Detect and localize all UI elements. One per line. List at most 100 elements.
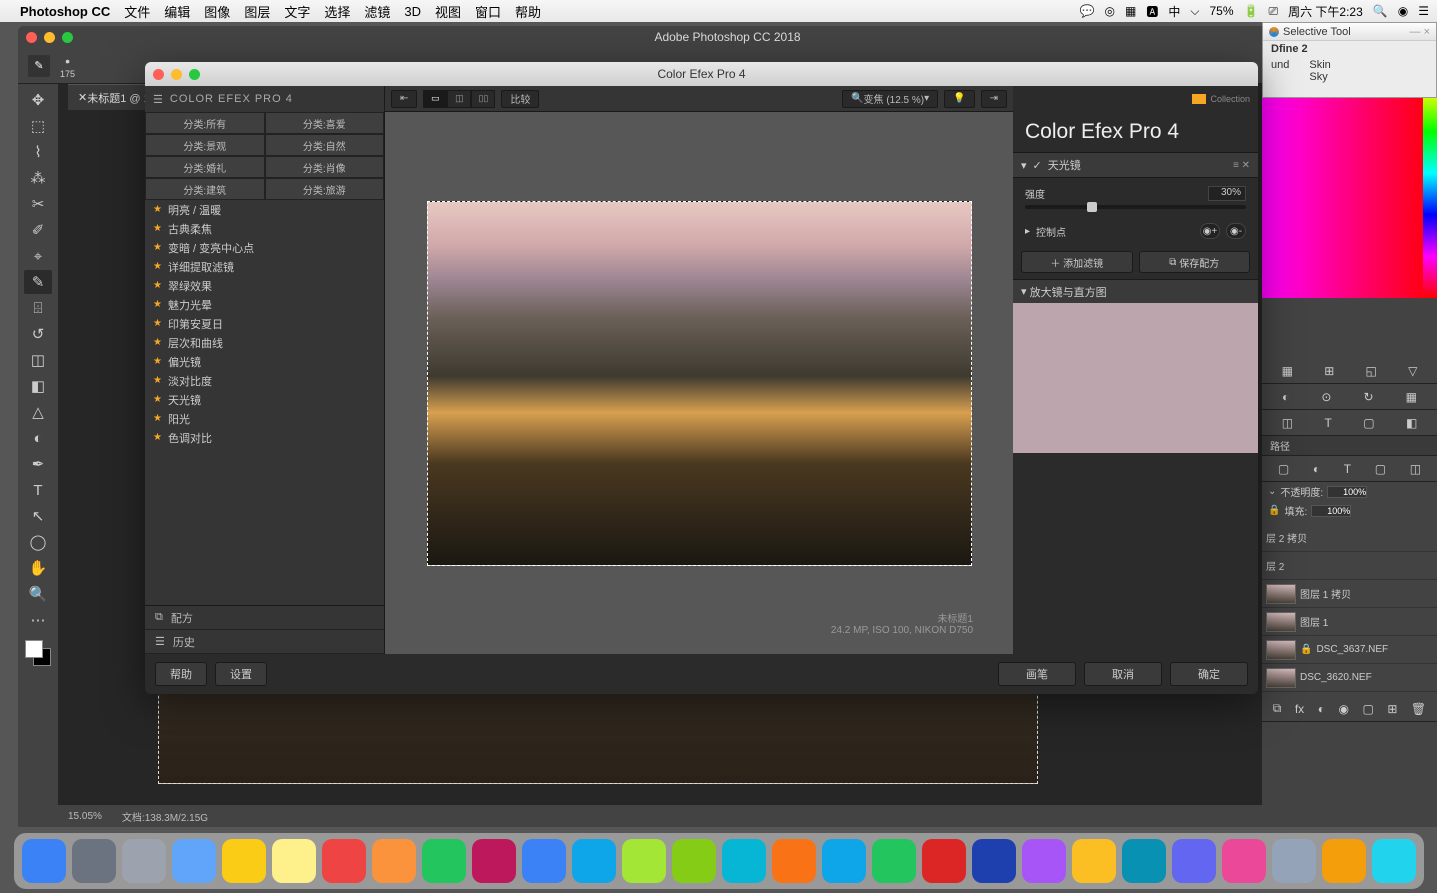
star-icon[interactable]: ★ xyxy=(153,337,162,348)
filter-item[interactable]: ★天光镜 xyxy=(145,390,384,409)
dock-app-14[interactable] xyxy=(722,839,766,883)
filter-item[interactable]: ★明亮 / 温暖 xyxy=(145,200,384,219)
mask-icon[interactable]: ◐ xyxy=(1318,702,1325,716)
dock-app-5[interactable] xyxy=(272,839,316,883)
crop-tool[interactable]: ✂ xyxy=(24,192,52,216)
cat-landscape[interactable]: 分类:景观 xyxy=(145,134,265,156)
preset-skin[interactable]: Skin xyxy=(1309,59,1330,71)
icon[interactable]: ▢ xyxy=(1375,462,1386,476)
dock-app-23[interactable] xyxy=(1172,839,1216,883)
filter-item[interactable]: ★淡对比度 xyxy=(145,371,384,390)
input-icon[interactable]: 🅰︎ xyxy=(1146,3,1158,20)
dock-app-2[interactable] xyxy=(122,839,166,883)
param-value[interactable]: 30 xyxy=(1221,187,1232,198)
fill-input[interactable] xyxy=(1311,505,1351,517)
lasso-tool[interactable]: ⌇ xyxy=(24,140,52,164)
cat-travel[interactable]: 分类:旅游 xyxy=(265,178,385,200)
filter-item[interactable]: ★印第安夏日 xyxy=(145,314,384,333)
icon[interactable]: T xyxy=(1324,416,1331,430)
dock-app-0[interactable] xyxy=(22,839,66,883)
help-button[interactable]: 帮助 xyxy=(155,662,207,686)
dock-app-24[interactable] xyxy=(1222,839,1266,883)
s-icon[interactable]: ⎚ xyxy=(1268,4,1278,19)
minimize-icon[interactable] xyxy=(44,32,55,43)
star-icon[interactable]: ★ xyxy=(153,356,162,367)
single-view[interactable]: ▭ xyxy=(423,90,447,108)
adj-icon[interactable]: ◉ xyxy=(1338,702,1348,716)
star-icon[interactable]: ★ xyxy=(153,223,162,234)
clock[interactable]: 周六 下午2:23 xyxy=(1288,3,1363,20)
icon[interactable]: ▦ xyxy=(1282,364,1293,378)
battery-icon[interactable]: 🔋 xyxy=(1244,4,1259,18)
save-recipe-button[interactable]: ⧉ 保存配方 xyxy=(1139,251,1251,273)
menu-3d[interactable]: 3D xyxy=(404,4,421,19)
chevron-right-icon[interactable]: ▸ xyxy=(1025,226,1030,237)
dock-app-8[interactable] xyxy=(422,839,466,883)
app-name[interactable]: Photoshop CC xyxy=(20,4,110,19)
preview-image[interactable] xyxy=(427,201,972,566)
menu-select[interactable]: 选择 xyxy=(324,2,350,21)
eraser-tool[interactable]: ◫ xyxy=(24,348,52,372)
history-brush-tool[interactable]: ↺ xyxy=(24,322,52,346)
new-icon[interactable]: ⊞ xyxy=(1387,702,1397,716)
icon[interactable]: ↻ xyxy=(1363,390,1373,404)
star-icon[interactable]: ★ xyxy=(153,432,162,443)
maximize-icon[interactable] xyxy=(62,32,73,43)
cat-fav[interactable]: 分类:喜爱 xyxy=(265,112,385,134)
star-icon[interactable]: ★ xyxy=(153,261,162,272)
filter-item[interactable]: ★色调对比 xyxy=(145,428,384,447)
dock-app-11[interactable] xyxy=(572,839,616,883)
menu-file[interactable]: 文件 xyxy=(124,2,150,21)
marquee-tool[interactable]: ⬚ xyxy=(24,114,52,138)
icon[interactable]: ◫ xyxy=(1282,416,1293,430)
zoom-display[interactable]: 🔍 变焦 (12.5 %) ▾ xyxy=(842,90,938,108)
icon[interactable]: T xyxy=(1344,462,1351,476)
filter-item[interactable]: ★偏光镜 xyxy=(145,352,384,371)
loupe-view[interactable] xyxy=(1013,303,1258,453)
recipe-tab[interactable]: ⧉配方 xyxy=(145,606,384,630)
minimize-icon[interactable] xyxy=(171,69,182,80)
menu-text[interactable]: 文字 xyxy=(284,2,310,21)
menu-icon[interactable]: ☰ xyxy=(153,93,164,106)
dock-app-10[interactable] xyxy=(522,839,566,883)
star-icon[interactable]: ★ xyxy=(153,318,162,329)
icon[interactable]: ⊞ xyxy=(1324,364,1334,378)
type-tool[interactable]: T xyxy=(24,478,52,502)
star-icon[interactable]: ★ xyxy=(153,204,162,215)
dock-app-13[interactable] xyxy=(672,839,716,883)
gradient-tool[interactable]: ◧ xyxy=(24,374,52,398)
layer-row[interactable]: 图层 1 拷贝 xyxy=(1262,580,1437,608)
star-icon[interactable]: ★ xyxy=(153,242,162,253)
layer-row[interactable]: 层 2 xyxy=(1262,552,1437,580)
icon[interactable]: ▢ xyxy=(1363,416,1374,430)
cat-wedding[interactable]: 分类:婚礼 xyxy=(145,156,265,178)
icon[interactable]: ◧ xyxy=(1406,416,1417,430)
dock-app-6[interactable] xyxy=(322,839,366,883)
dock-app-25[interactable] xyxy=(1272,839,1316,883)
wand-tool[interactable]: ⁂ xyxy=(24,166,52,190)
stamp-tool[interactable]: ⌹ xyxy=(24,296,52,320)
icon[interactable]: ▽ xyxy=(1408,364,1417,378)
layer-row[interactable]: DSC_3620.NEF xyxy=(1262,664,1437,692)
cat-arch[interactable]: 分类:建筑 xyxy=(145,178,265,200)
siri-icon[interactable]: ◉ xyxy=(1398,4,1408,18)
spotlight-icon[interactable]: 🔍 xyxy=(1373,4,1388,18)
settings-button[interactable]: 设置 xyxy=(215,662,267,686)
icon[interactable]: ◱ xyxy=(1366,364,1377,378)
filter-item[interactable]: ★层次和曲线 xyxy=(145,333,384,352)
dock-app-1[interactable] xyxy=(72,839,116,883)
dock-app-26[interactable] xyxy=(1322,839,1366,883)
filter-item[interactable]: ★详细提取滤镜 xyxy=(145,257,384,276)
filter-item[interactable]: ★魅力光晕 xyxy=(145,295,384,314)
zoom-tool[interactable]: 🔍 xyxy=(24,582,52,606)
eyedropper-tool[interactable]: ✐ xyxy=(24,218,52,242)
dock-app-4[interactable] xyxy=(222,839,266,883)
preview-area[interactable]: 未标题1 24.2 MP, ISO 100, NIKON D750 xyxy=(385,112,1013,654)
close-icon[interactable] xyxy=(153,69,164,80)
cc-icon[interactable]: ◎ xyxy=(1105,4,1115,18)
strength-slider[interactable] xyxy=(1025,205,1246,209)
menu-view[interactable]: 视图 xyxy=(435,2,461,21)
add-filter-button[interactable]: ＋ 添加滤镜 xyxy=(1021,251,1133,273)
heal-tool[interactable]: ⌖ xyxy=(24,244,52,268)
star-icon[interactable]: ★ xyxy=(153,375,162,386)
